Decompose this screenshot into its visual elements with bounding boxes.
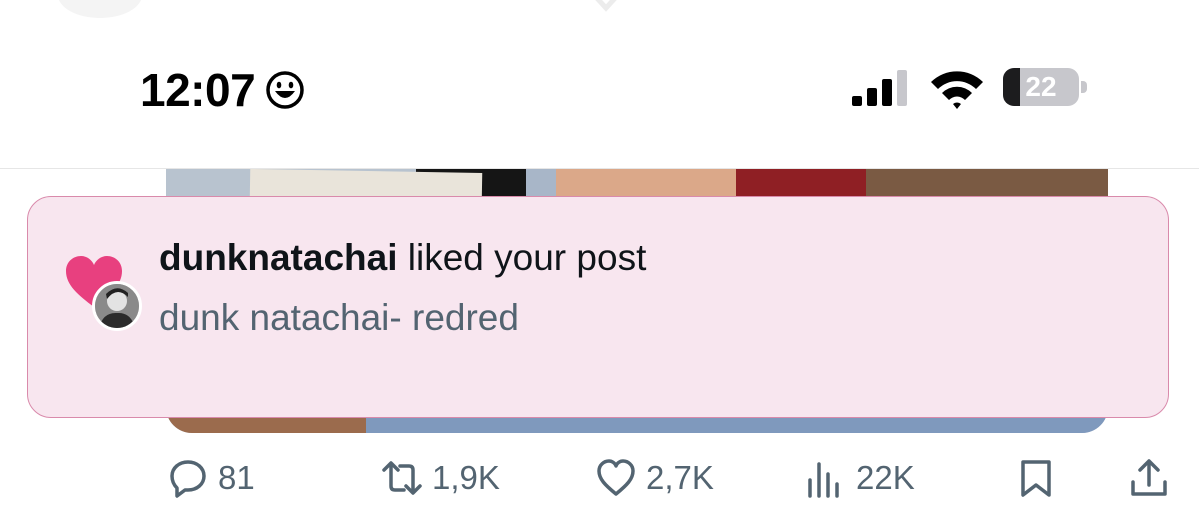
status-bar: 12:07 22 <box>0 0 1199 168</box>
wifi-icon <box>931 71 983 109</box>
reply-icon <box>170 460 206 498</box>
cellular-signal-icon <box>852 70 907 106</box>
image-region-hair <box>866 169 1108 199</box>
battery-cap <box>1081 81 1087 93</box>
like-button[interactable]: 2,7K <box>596 458 714 498</box>
notification-action-text: liked your post <box>397 237 647 278</box>
battery-level: 22 <box>1025 71 1057 102</box>
bookmark-icon <box>1021 460 1051 497</box>
like-notification[interactable]: dunknatachai liked your post dunk natach… <box>27 196 1169 418</box>
clock-time: 12:07 <box>140 64 256 116</box>
clock-group: 12:07 <box>140 64 305 116</box>
cropped-logo-icon <box>595 0 617 12</box>
image-region-skin <box>556 169 736 199</box>
avatar-photo <box>95 284 139 328</box>
share-icon <box>1131 459 1167 496</box>
repost-count: 1,9K <box>432 459 500 496</box>
views-icon <box>808 462 839 498</box>
like-icon <box>597 459 635 496</box>
battery-body: 22 <box>1003 68 1079 106</box>
notification-title: dunknatachai liked your post <box>159 235 646 281</box>
cropped-avatar-placeholder <box>58 0 142 18</box>
views-button[interactable]: 22K <box>806 458 915 498</box>
reply-button[interactable]: 81 <box>168 458 255 498</box>
views-count: 22K <box>856 459 915 496</box>
image-region-red <box>736 169 866 199</box>
repost-button[interactable]: 1,9K <box>382 458 500 498</box>
battery-icon: 22 <box>1003 68 1089 108</box>
share-button[interactable] <box>1129 458 1169 498</box>
smiley-face-icon <box>266 71 304 109</box>
like-count: 2,7K <box>646 459 714 496</box>
avatar[interactable] <box>92 281 142 331</box>
repost-icon <box>382 461 422 495</box>
reply-count: 81 <box>218 459 255 496</box>
notification-username[interactable]: dunknatachai <box>159 237 398 278</box>
post-action-bar: 81 1,9K 2,7K 22K <box>0 450 1199 512</box>
bookmark-button[interactable] <box>1016 458 1056 498</box>
notification-post-title: dunk natachai- redred <box>159 297 519 338</box>
